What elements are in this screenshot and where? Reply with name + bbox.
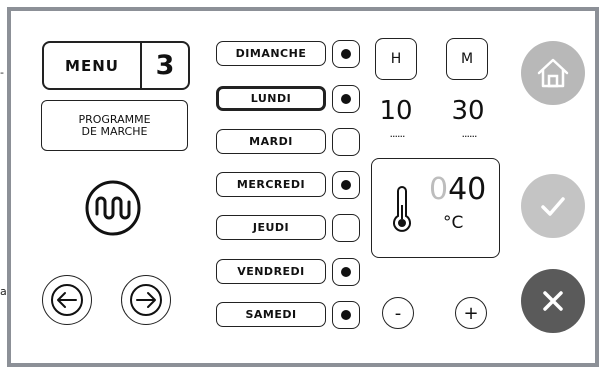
- check-dot-icon: [341, 180, 351, 190]
- arrow-right-icon: [130, 284, 162, 316]
- check-dot-icon: [341, 49, 351, 59]
- home-button[interactable]: [521, 41, 585, 105]
- day-button-dimanche[interactable]: DIMANCHE: [216, 41, 326, 66]
- check-dot-icon: [341, 267, 351, 277]
- day-button-mardi[interactable]: MARDI: [216, 129, 326, 154]
- cancel-button[interactable]: [521, 269, 585, 333]
- program-label-line2: DE MARCHE: [81, 124, 148, 138]
- temperature-value: 040: [429, 173, 486, 207]
- plus-button[interactable]: +: [455, 297, 487, 329]
- edge-glyph-top: -: [0, 66, 4, 79]
- temperature-unit: °C: [443, 213, 464, 233]
- minute-underline: ......: [461, 127, 478, 140]
- day-checkbox-mercredi[interactable]: [332, 171, 360, 199]
- day-button-mercredi[interactable]: MERCREDI: [216, 172, 326, 197]
- menu-indicator[interactable]: MENU 3: [42, 41, 190, 90]
- next-button[interactable]: [121, 275, 171, 325]
- prev-button[interactable]: [42, 275, 92, 325]
- menu-label: MENU: [65, 56, 119, 75]
- close-icon: [543, 291, 563, 311]
- home-icon: [537, 58, 569, 88]
- arrow-left-icon: [51, 284, 83, 316]
- minute-button[interactable]: M: [446, 38, 488, 80]
- day-checkbox-dimanche[interactable]: [332, 40, 360, 68]
- check-dot-icon: [341, 94, 351, 104]
- day-button-vendredi[interactable]: VENDREDI: [216, 259, 326, 284]
- day-checkbox-jeudi[interactable]: [332, 214, 360, 242]
- day-checkbox-lundi[interactable]: [332, 85, 360, 113]
- check-icon: [541, 197, 565, 216]
- temperature-leading-digit: 0: [429, 172, 449, 207]
- hour-underline: ......: [389, 127, 406, 140]
- menu-number: 3: [155, 50, 175, 81]
- temperature-digits: 40: [448, 172, 487, 207]
- day-checkbox-vendredi[interactable]: [332, 258, 360, 286]
- minute-value: 30: [451, 96, 485, 126]
- day-button-samedi[interactable]: SAMEDI: [216, 302, 326, 327]
- heater-icon[interactable]: [83, 178, 143, 238]
- confirm-button[interactable]: [521, 174, 585, 238]
- day-checkbox-samedi[interactable]: [332, 301, 360, 329]
- hour-value: 10: [379, 96, 413, 126]
- check-dot-icon: [341, 310, 351, 320]
- program-button[interactable]: PROGRAMME DE MARCHE: [41, 100, 188, 151]
- minus-button[interactable]: -: [382, 297, 414, 329]
- edge-glyph-bottom: a: [0, 285, 7, 298]
- temperature-display: 040 °C: [371, 158, 500, 258]
- hour-button[interactable]: H: [375, 38, 417, 80]
- day-checkbox-mardi[interactable]: [332, 128, 360, 156]
- day-button-lundi[interactable]: LUNDI: [216, 86, 326, 111]
- thermometer-icon: [393, 186, 411, 232]
- day-button-jeudi[interactable]: JEUDI: [216, 215, 326, 240]
- program-label-line1: PROGRAMME: [78, 112, 151, 126]
